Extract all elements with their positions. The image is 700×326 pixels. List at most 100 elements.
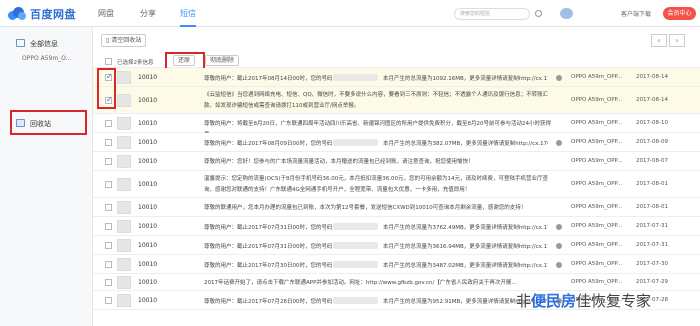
sidebar-item-label: 回收站	[30, 120, 51, 128]
brand-name: 百度网盘	[30, 7, 76, 21]
table-row[interactable]: 10010 温馨提示：您定购的流量(OCS)于8月份手机号码36.00元，本月抵扣…	[93, 171, 700, 198]
contact-avatar	[117, 155, 131, 168]
blurred-number	[333, 242, 378, 249]
permanent-delete-button[interactable]: 彻底删除	[205, 55, 240, 66]
receiver-device: OPPO A59m_OPP...	[571, 204, 623, 210]
nav-share[interactable]: 分享	[140, 0, 156, 27]
receiver-device: OPPO A59m_OPP...	[571, 181, 623, 187]
vip-center-button[interactable]: 会员中心	[663, 7, 696, 20]
row-checkbox[interactable]	[105, 181, 112, 188]
contact-avatar	[117, 94, 131, 107]
contact-avatar	[117, 117, 131, 130]
message-date: 2017-07-31	[636, 242, 668, 248]
info-icon[interactable]	[556, 243, 562, 249]
clear-recycle-button[interactable]: ▯ 清空回收站	[101, 34, 147, 47]
message-date: 2017-08-01	[636, 181, 668, 187]
table-row[interactable]: 10010 尊敬的用户：截止2017年07月30日00时，您的号码 本月产生的总流量…	[93, 255, 700, 274]
contact-avatar	[117, 276, 131, 289]
sidebar: 全部信息 OPPO A59m_O... 回收站	[0, 27, 93, 326]
message-text: 《云监短信》当您遇到网络充电、短信、QQ、微信时，不要多说什么内容，要看到三不原…	[204, 92, 549, 109]
message-text: 温馨提示：您定购的流量(OCS)于8月份手机号码36.00元，本月抵扣流量36.…	[204, 176, 548, 193]
sender-number: 10010	[138, 242, 158, 249]
sender-number: 10010	[138, 223, 158, 230]
logo[interactable]: 百度网盘	[8, 5, 76, 22]
row-checkbox[interactable]	[105, 158, 112, 165]
row-checkbox[interactable]	[105, 261, 112, 268]
receiver-device: OPPO A59m_OPP...	[571, 279, 623, 285]
sender-number: 10010	[138, 204, 158, 211]
table-row[interactable]: 10010 尊敬的用户：将截至8月20日，广东联通四周年活动四川乐高省、新疆锦河图…	[93, 114, 700, 134]
client-download-link[interactable]: 客户端下载	[621, 9, 651, 18]
table-row[interactable]: 10010 2017年话费开始了，请点击下载广东联通APP并参加活动。网址：htt…	[93, 274, 700, 291]
info-icon[interactable]	[556, 262, 562, 268]
receiver-device: OPPO A59m_OPP...	[571, 261, 623, 267]
table-row[interactable]: 10010 《云监短信》当您遇到网络充电、短信、QQ、微信时，不要多说什么内容，要…	[93, 87, 700, 114]
row-checkbox[interactable]	[105, 204, 112, 211]
search-input[interactable]: 搜索您的短信	[454, 8, 530, 20]
sender-number: 10010	[138, 97, 158, 104]
receiver-device: OPPO A59m_OPP...	[571, 223, 623, 229]
row-checkbox[interactable]	[105, 223, 112, 230]
message-date: 2017-07-31	[636, 223, 668, 229]
message-text: 尊敬的用户：截止2017年07月30日00时，您的号码	[204, 263, 332, 269]
avatar[interactable]	[560, 8, 573, 19]
contact-avatar	[117, 239, 131, 252]
info-icon[interactable]	[556, 224, 562, 230]
search-icon[interactable]	[535, 10, 542, 17]
contact-avatar	[117, 201, 131, 214]
row-checkbox[interactable]	[105, 120, 112, 127]
message-text: 尊敬的用户：截止2017年07月31日00时，您的号码	[204, 244, 332, 250]
sidebar-item-label: OPPO A59m_O...	[22, 55, 72, 62]
row-checkbox[interactable]	[105, 279, 112, 286]
message-text-2: 本月产生的总流量为382.07MB，更多流量详情请复制http://cx.17w…	[383, 141, 548, 147]
next-page-button[interactable]: ›	[669, 34, 685, 47]
receiver-device: OPPO A59m_OPP...	[571, 74, 623, 80]
sender-number: 10010	[138, 139, 158, 146]
table-row[interactable]: 10010 尊敬的联通用户，您本月办理的流量包已到账，本次为第12号套餐，发送短信…	[93, 198, 700, 217]
sender-number: 10010	[138, 279, 158, 286]
top-bar: 百度网盘 网盘 分享 短信 搜索您的短信 客户端下载 会员中心	[0, 0, 700, 27]
nav-sms[interactable]: 短信	[180, 0, 196, 27]
message-date: 2017-07-30	[636, 261, 668, 267]
info-icon[interactable]	[556, 140, 562, 146]
main-panel: ▯ 清空回收站 ‹ › 已选择2条信息 还原 彻底删除 10010尊敬的用户：截…	[93, 27, 700, 326]
info-icon[interactable]	[556, 75, 562, 81]
phone-icon	[16, 39, 25, 47]
message-text-2: 本月产生的总流量为3762.49MB，更多流量详情请复制http://cx.17…	[383, 225, 548, 231]
table-row[interactable]: 10010 尊敬的用户：截止2017年07月31日00时，您的号码 本月产生的总流量…	[93, 236, 700, 255]
row-checkbox[interactable]	[105, 297, 112, 304]
message-date: 2017-08-01	[636, 204, 668, 210]
table-row[interactable]: 10010 尊敬的用户：截止2017年08月14日00时，您的号码 本月产生的总流量…	[93, 68, 700, 87]
table-row[interactable]: 10010 尊敬的用户：您好！您参与的广本场流量流量活动，本月赠送的流量包已经到账…	[93, 152, 700, 171]
nav-netdisk[interactable]: 网盘	[98, 0, 114, 27]
sidebar-item-label: 全部信息	[30, 40, 58, 48]
watermark: 非便民房佳恢复专家	[516, 292, 652, 310]
message-date: 2017-08-14	[636, 97, 668, 103]
recycle-bin-icon	[16, 119, 25, 127]
contact-avatar	[117, 294, 131, 307]
sender-number: 10010	[138, 158, 158, 165]
message-text: 尊敬的用户：截止2017年08月14日00时，您的号码	[204, 76, 332, 82]
prev-page-button[interactable]: ‹	[651, 34, 667, 47]
receiver-device: OPPO A59m_OPP...	[571, 242, 623, 248]
row-checkbox[interactable]	[105, 242, 112, 249]
table-row[interactable]: 10010 尊敬的用户：截止2017年07月31日00时，您的号码 本月产生的总流量…	[93, 217, 700, 236]
blurred-number	[333, 223, 378, 230]
selected-count: 已选择2条信息	[117, 60, 154, 66]
message-text-2: 本月产生的总流量为3487.02MB，更多流量详情请复制http://cx.17…	[383, 263, 548, 269]
contact-avatar	[117, 220, 131, 233]
sender-number: 10010	[138, 181, 158, 188]
message-text-2: 本月产生的总流量为1092.16MB，更多流量详情请复制http://cx.17…	[383, 76, 548, 82]
contact-avatar	[117, 178, 131, 191]
contact-avatar	[117, 136, 131, 149]
table-row[interactable]: 10010 尊敬的用户：截止2017年08月09日00时，您的号码 本月产生的总流量…	[93, 133, 700, 152]
message-date: 2017-07-29	[636, 279, 668, 285]
message-text-2: 本月产生的总流量为3616.94MB，更多流量详情请复制http://cx.17…	[383, 244, 548, 250]
cloud-logo-icon	[8, 6, 26, 21]
select-all-checkbox[interactable]	[105, 58, 112, 65]
message-date: 2017-08-09	[636, 139, 668, 145]
row-checkbox[interactable]	[105, 139, 112, 146]
sender-number: 10010	[138, 120, 158, 127]
blurred-number	[333, 261, 378, 268]
blurred-number	[333, 74, 378, 81]
